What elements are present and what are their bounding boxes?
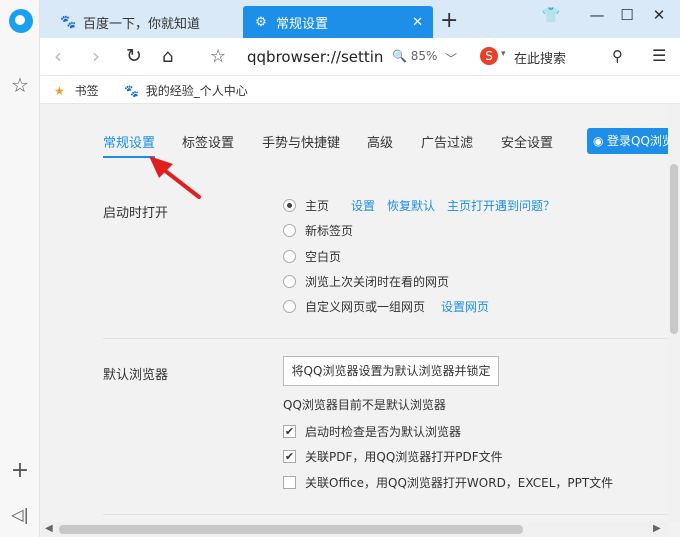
chevron-down-icon[interactable]: ﹀ [445,50,457,67]
back-icon[interactable]: ‹ [54,44,62,68]
zoom-level: 85% [410,49,438,63]
baidu-paw-icon: 🐾 [124,84,139,98]
forward-icon[interactable]: › [92,44,100,68]
tab-label: 百度一下，你就知道 [83,16,201,32]
search-icon[interactable]: ⚲ [612,47,623,65]
bookmarks-bar: ★ 书签 🐾 我的经验_个人中心 [40,76,680,104]
horizontal-scroll-thumb[interactable] [59,525,523,534]
tab-bar: 🐾 百度一下，你就知道 ⚙ 常规设置 ✕ + 👕 — ☐ ✕ [40,0,680,38]
zoom-indicator[interactable]: 🔍 85% [392,49,437,63]
home-icon[interactable]: ⌂ [162,46,173,67]
close-tab-icon[interactable]: ✕ [412,15,423,30]
address-bar: ‹ › ↻ ⌂ ☆ qqbrowser://settin 🔍 85% ﹀ S ▾… [40,38,680,76]
bookmark-experience[interactable]: 🐾 我的经验_个人中心 [124,82,248,99]
menu-icon[interactable]: ☰ [652,46,666,65]
bookmark-label: 书签 [74,84,99,98]
add-icon[interactable]: + [0,458,40,483]
search-input[interactable]: 在此搜索 [514,48,566,67]
star-favorites-icon[interactable]: ☆ [0,73,40,97]
tab-baidu[interactable]: 🐾 百度一下，你就知道 [50,6,242,38]
skin-icon[interactable]: 👕 [536,6,566,24]
scroll-left-icon[interactable]: ◀ [45,523,53,534]
baidu-paw-icon: 🐾 [60,14,77,30]
zoom-icon: 🔍 [392,49,407,63]
maximize-icon[interactable]: ☐ [612,6,642,24]
bookmark-star-icon[interactable]: ☆ [210,46,226,67]
bookmark-label: 我的经验_个人中心 [145,84,248,98]
tab-settings[interactable]: ⚙ 常规设置 ✕ [243,6,433,38]
vertical-scroll-thumb[interactable] [670,164,678,334]
vertical-scrollbar[interactable] [668,104,680,522]
settings-content: 常规设置 标签设置 手势与快捷键 高级 广告过滤 安全设置 ◉ 登录QQ浏览 启… [41,104,668,522]
engine-dropdown-icon[interactable]: ▾ [501,49,506,59]
bookmark-star[interactable]: ★ 书签 [54,82,99,99]
sogou-icon: S [480,47,498,65]
minimize-icon[interactable]: — [582,6,612,24]
star-icon: ★ [54,84,65,98]
qq-browser-logo[interactable] [9,9,33,33]
new-tab-button[interactable]: + [440,8,458,33]
close-window-icon[interactable]: ✕ [644,6,674,24]
horizontal-scrollbar[interactable]: ◀ ▶ [41,522,668,537]
sidebar: ☆ + ◁| [0,0,40,537]
gear-icon: ⚙ [255,14,267,30]
scroll-right-icon[interactable]: ▶ [653,523,661,534]
annotation-arrow [149,156,201,199]
search-box[interactable]: S ▾ 在此搜索 [480,46,632,70]
url-field[interactable]: qqbrowser://settin [247,48,383,66]
collapse-sidebar-icon[interactable]: ◁| [0,505,40,524]
tab-label: 常规设置 [276,16,329,32]
refresh-icon[interactable]: ↻ [126,45,142,67]
